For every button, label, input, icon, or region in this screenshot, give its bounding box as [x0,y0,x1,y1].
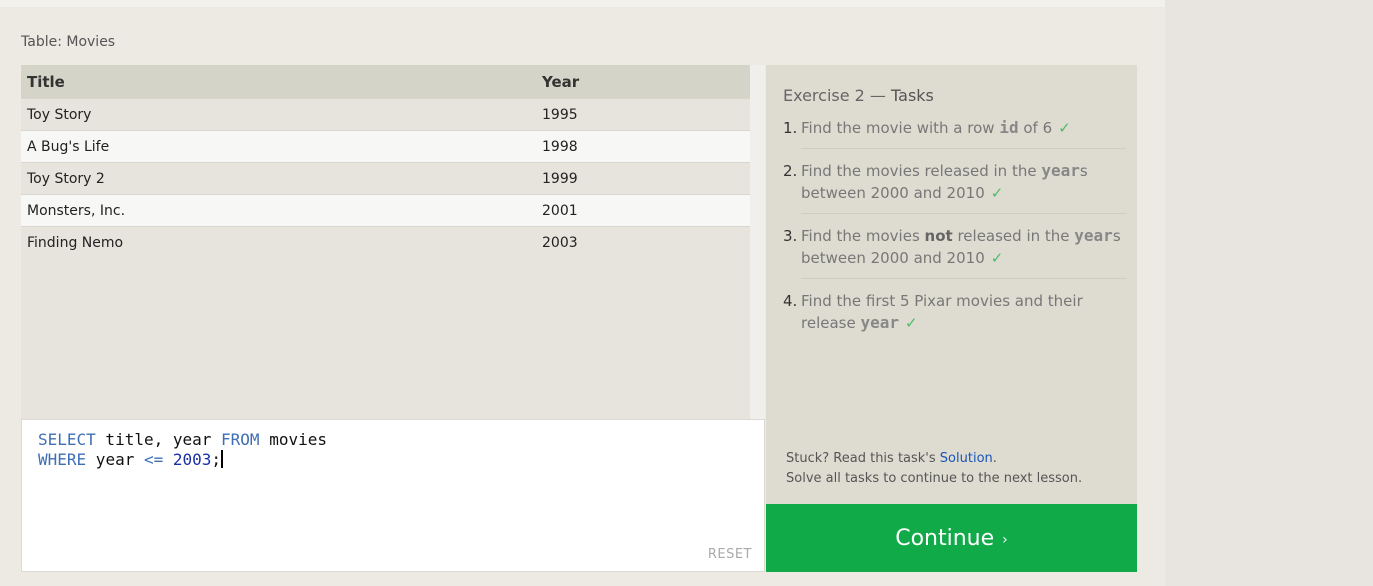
code-text: title, year [95,430,222,449]
continue-button[interactable]: Continue › [766,504,1137,572]
cell-title: Finding Nemo [21,226,536,258]
table-row: Finding Nemo 2003 [21,226,750,258]
cell-year: 1998 [536,130,750,163]
stuck-period: . [992,451,997,466]
column-header-year: Year [536,65,750,99]
task-item: 1. Find the movie with a row id of 6 ✓ [783,117,1126,149]
cell-year: 2001 [536,194,750,227]
task-text: Find the movies released in the [801,162,1042,180]
cell-year: 1999 [536,162,750,195]
solve-all-text: Solve all tasks to continue to the next … [786,471,1083,486]
task-text: Find the movies [801,227,925,245]
task-text: of 6 [1018,119,1053,137]
table-header-row: Title Year [21,65,750,99]
top-strip [0,0,1165,7]
help-text: Stuck? Read this task's Solution. Solve … [786,449,1082,489]
operator: <= [143,450,164,469]
divider-strip [750,65,765,419]
task-text: released in the [952,227,1075,245]
sql-editor[interactable]: SELECT title, year FROM movies WHERE yea… [21,419,765,572]
column-header-title: Title [21,65,536,99]
checkmark-icon: ✓ [905,314,918,332]
exercise-subtitle: Tasks [891,86,934,105]
cell-title: A Bug's Life [21,130,536,163]
task-number: 3. [783,227,798,245]
task-bold-word: not [924,227,953,245]
keyword-from: FROM [221,430,260,449]
text-cursor [221,450,224,468]
table-row: A Bug's Life 1998 [21,130,750,163]
chevron-right-icon: › [1002,531,1008,548]
task-code-word: id [999,118,1019,137]
title-dash: — [864,86,892,105]
cell-title: Toy Story 2 [21,162,536,195]
task-number: 2. [783,162,798,180]
task-number: 4. [783,292,798,310]
table-row: Monsters, Inc. 2001 [21,194,750,227]
reset-button[interactable]: RESET [708,547,752,562]
task-text: Find the first 5 Pixar movies and their … [801,292,1083,332]
code-text: ; [211,450,222,469]
tasks-panel: Exercise 2 — Tasks 1. Find the movie wit… [766,65,1137,504]
exercise-title: Exercise 2 — Tasks [783,86,934,105]
results-table: Title Year Toy Story 1995 A Bug's Life 1… [21,65,750,419]
table-row: Toy Story 2 1999 [21,162,750,195]
task-code-word: year [1041,161,1080,180]
task-item: 2. Find the movies released in the years… [783,160,1126,214]
cell-year: 1995 [536,98,750,131]
task-text: Find the movie with a row [801,119,1000,137]
stuck-text: Stuck? Read this task's [786,451,940,466]
exercise-name: Exercise 2 [783,86,865,105]
cell-title: Monsters, Inc. [21,194,536,227]
table-caption: Table: Movies [21,34,116,50]
code-text: year [86,450,144,469]
task-list: 1. Find the movie with a row id of 6 ✓ 2.… [783,117,1126,354]
task-item: 4. Find the first 5 Pixar movies and the… [783,290,1126,343]
continue-label: Continue [895,525,995,551]
task-item: 3. Find the movies not released in the y… [783,225,1126,279]
table-row: Toy Story 1995 [21,98,750,131]
task-code-word: year [860,313,899,332]
checkmark-icon: ✓ [990,184,1004,202]
task-number: 1. [783,119,798,137]
checkmark-icon: ✓ [1058,119,1071,137]
code-text: movies [259,430,327,449]
cell-year: 2003 [536,226,750,258]
keyword-where: WHERE [38,450,87,469]
keyword-select: SELECT [38,430,96,449]
number-literal: 2003 [172,450,212,469]
cell-title: Toy Story [21,98,536,131]
checkmark-icon: ✓ [990,249,1004,267]
sql-code[interactable]: SELECT title, year FROM movies WHERE yea… [38,430,327,470]
solution-link[interactable]: Solution [940,451,993,466]
task-code-word: year [1074,226,1113,245]
